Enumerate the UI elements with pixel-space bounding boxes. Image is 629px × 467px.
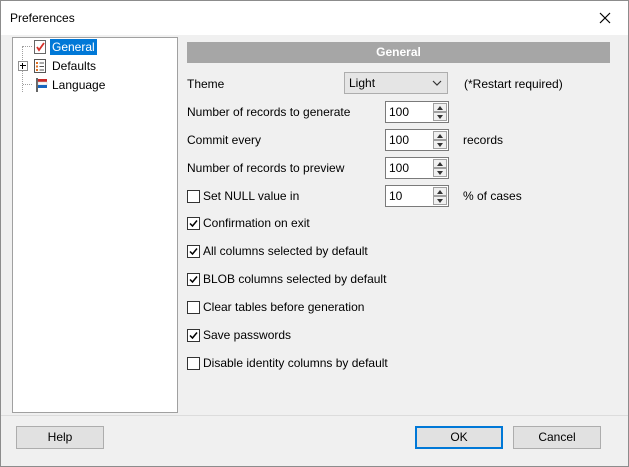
- checkmark-icon: [189, 248, 198, 256]
- theme-label: Theme: [187, 77, 225, 91]
- spinner-value: 100: [389, 105, 410, 119]
- disable-identity-columns-checkbox[interactable]: [187, 357, 200, 370]
- chevron-down-icon: [432, 80, 442, 86]
- spin-up-button[interactable]: [433, 131, 447, 140]
- close-icon: [599, 12, 611, 24]
- records-to-generate-spinner[interactable]: 100: [385, 101, 449, 123]
- arrow-down-icon: [437, 170, 443, 175]
- flag-icon: [36, 78, 48, 92]
- tree-item-label: Language: [52, 78, 106, 92]
- commit-every-suffix: records: [463, 133, 504, 147]
- tree-item-label: General: [50, 39, 97, 55]
- checkmark-icon: [189, 220, 198, 228]
- spinner-buttons: [433, 159, 447, 177]
- spin-up-button[interactable]: [433, 159, 447, 168]
- blob-columns-selected-checkbox[interactable]: [187, 273, 200, 286]
- arrow-down-icon: [437, 142, 443, 147]
- spinner-value: 10: [389, 189, 403, 203]
- commit-every-spinner[interactable]: 100: [385, 129, 449, 151]
- settings-tree: General Defaults Language: [12, 37, 178, 413]
- save-passwords-label: Save passwords: [203, 328, 292, 342]
- spin-down-button[interactable]: [433, 112, 447, 121]
- confirmation-on-exit-label: Confirmation on exit: [203, 216, 310, 230]
- confirmation-on-exit-checkbox[interactable]: [187, 217, 200, 230]
- null-percent-spinner[interactable]: 10: [385, 185, 449, 207]
- clear-tables-label: Clear tables before generation: [203, 300, 365, 314]
- set-null-checkbox[interactable]: [187, 190, 200, 203]
- ok-button[interactable]: OK: [415, 426, 503, 449]
- restart-note: (*Restart required): [464, 77, 563, 91]
- preferences-dialog: Preferences General Defaults Language Ge…: [0, 0, 629, 467]
- help-button[interactable]: Help: [16, 426, 104, 449]
- all-columns-selected-checkbox[interactable]: [187, 245, 200, 258]
- arrow-up-icon: [437, 161, 443, 166]
- tree-connector: [23, 46, 32, 47]
- records-to-preview-label: Number of records to preview: [187, 161, 345, 175]
- checklist-icon: [34, 40, 46, 54]
- arrow-down-icon: [437, 114, 443, 119]
- arrow-up-icon: [437, 133, 443, 138]
- tree-item-label: Defaults: [52, 59, 97, 73]
- checkmark-icon: [189, 276, 198, 284]
- disable-identity-columns-label: Disable identity columns by default: [203, 356, 388, 370]
- tree-item-language[interactable]: Language: [13, 76, 177, 94]
- spinner-buttons: [433, 187, 447, 205]
- theme-select[interactable]: Light: [344, 72, 448, 94]
- set-null-label: Set NULL value in: [203, 189, 300, 203]
- records-to-preview-spinner[interactable]: 100: [385, 157, 449, 179]
- blob-columns-selected-label: BLOB columns selected by default: [203, 272, 387, 286]
- arrow-up-icon: [437, 105, 443, 110]
- window-title: Preferences: [10, 11, 75, 25]
- spin-down-button[interactable]: [433, 196, 447, 205]
- close-button[interactable]: [582, 1, 628, 35]
- spin-up-button[interactable]: [433, 187, 447, 196]
- footer-divider: [1, 415, 628, 416]
- spinner-buttons: [433, 131, 447, 149]
- arrow-down-icon: [437, 198, 443, 203]
- spin-up-button[interactable]: [433, 103, 447, 112]
- spin-down-button[interactable]: [433, 168, 447, 177]
- save-passwords-checkbox[interactable]: [187, 329, 200, 342]
- tree-item-general[interactable]: General: [13, 38, 177, 56]
- spin-down-button[interactable]: [433, 140, 447, 149]
- records-to-generate-label: Number of records to generate: [187, 105, 351, 119]
- section-header: General: [187, 42, 610, 63]
- clear-tables-checkbox[interactable]: [187, 301, 200, 314]
- commit-every-label: Commit every: [187, 133, 262, 147]
- spinner-buttons: [433, 103, 447, 121]
- null-percent-suffix: % of cases: [463, 189, 522, 203]
- all-columns-selected-label: All columns selected by default: [203, 244, 368, 258]
- theme-value: Light: [349, 76, 376, 90]
- spinner-value: 100: [389, 161, 410, 175]
- title-bar: Preferences: [1, 1, 628, 35]
- arrow-up-icon: [437, 189, 443, 194]
- expand-icon[interactable]: [18, 61, 28, 71]
- tree-connector: [23, 84, 32, 85]
- tree-item-defaults[interactable]: Defaults: [13, 57, 177, 75]
- list-icon: [34, 59, 46, 73]
- checkmark-icon: [189, 332, 198, 340]
- spinner-value: 100: [389, 133, 410, 147]
- cancel-button[interactable]: Cancel: [513, 426, 601, 449]
